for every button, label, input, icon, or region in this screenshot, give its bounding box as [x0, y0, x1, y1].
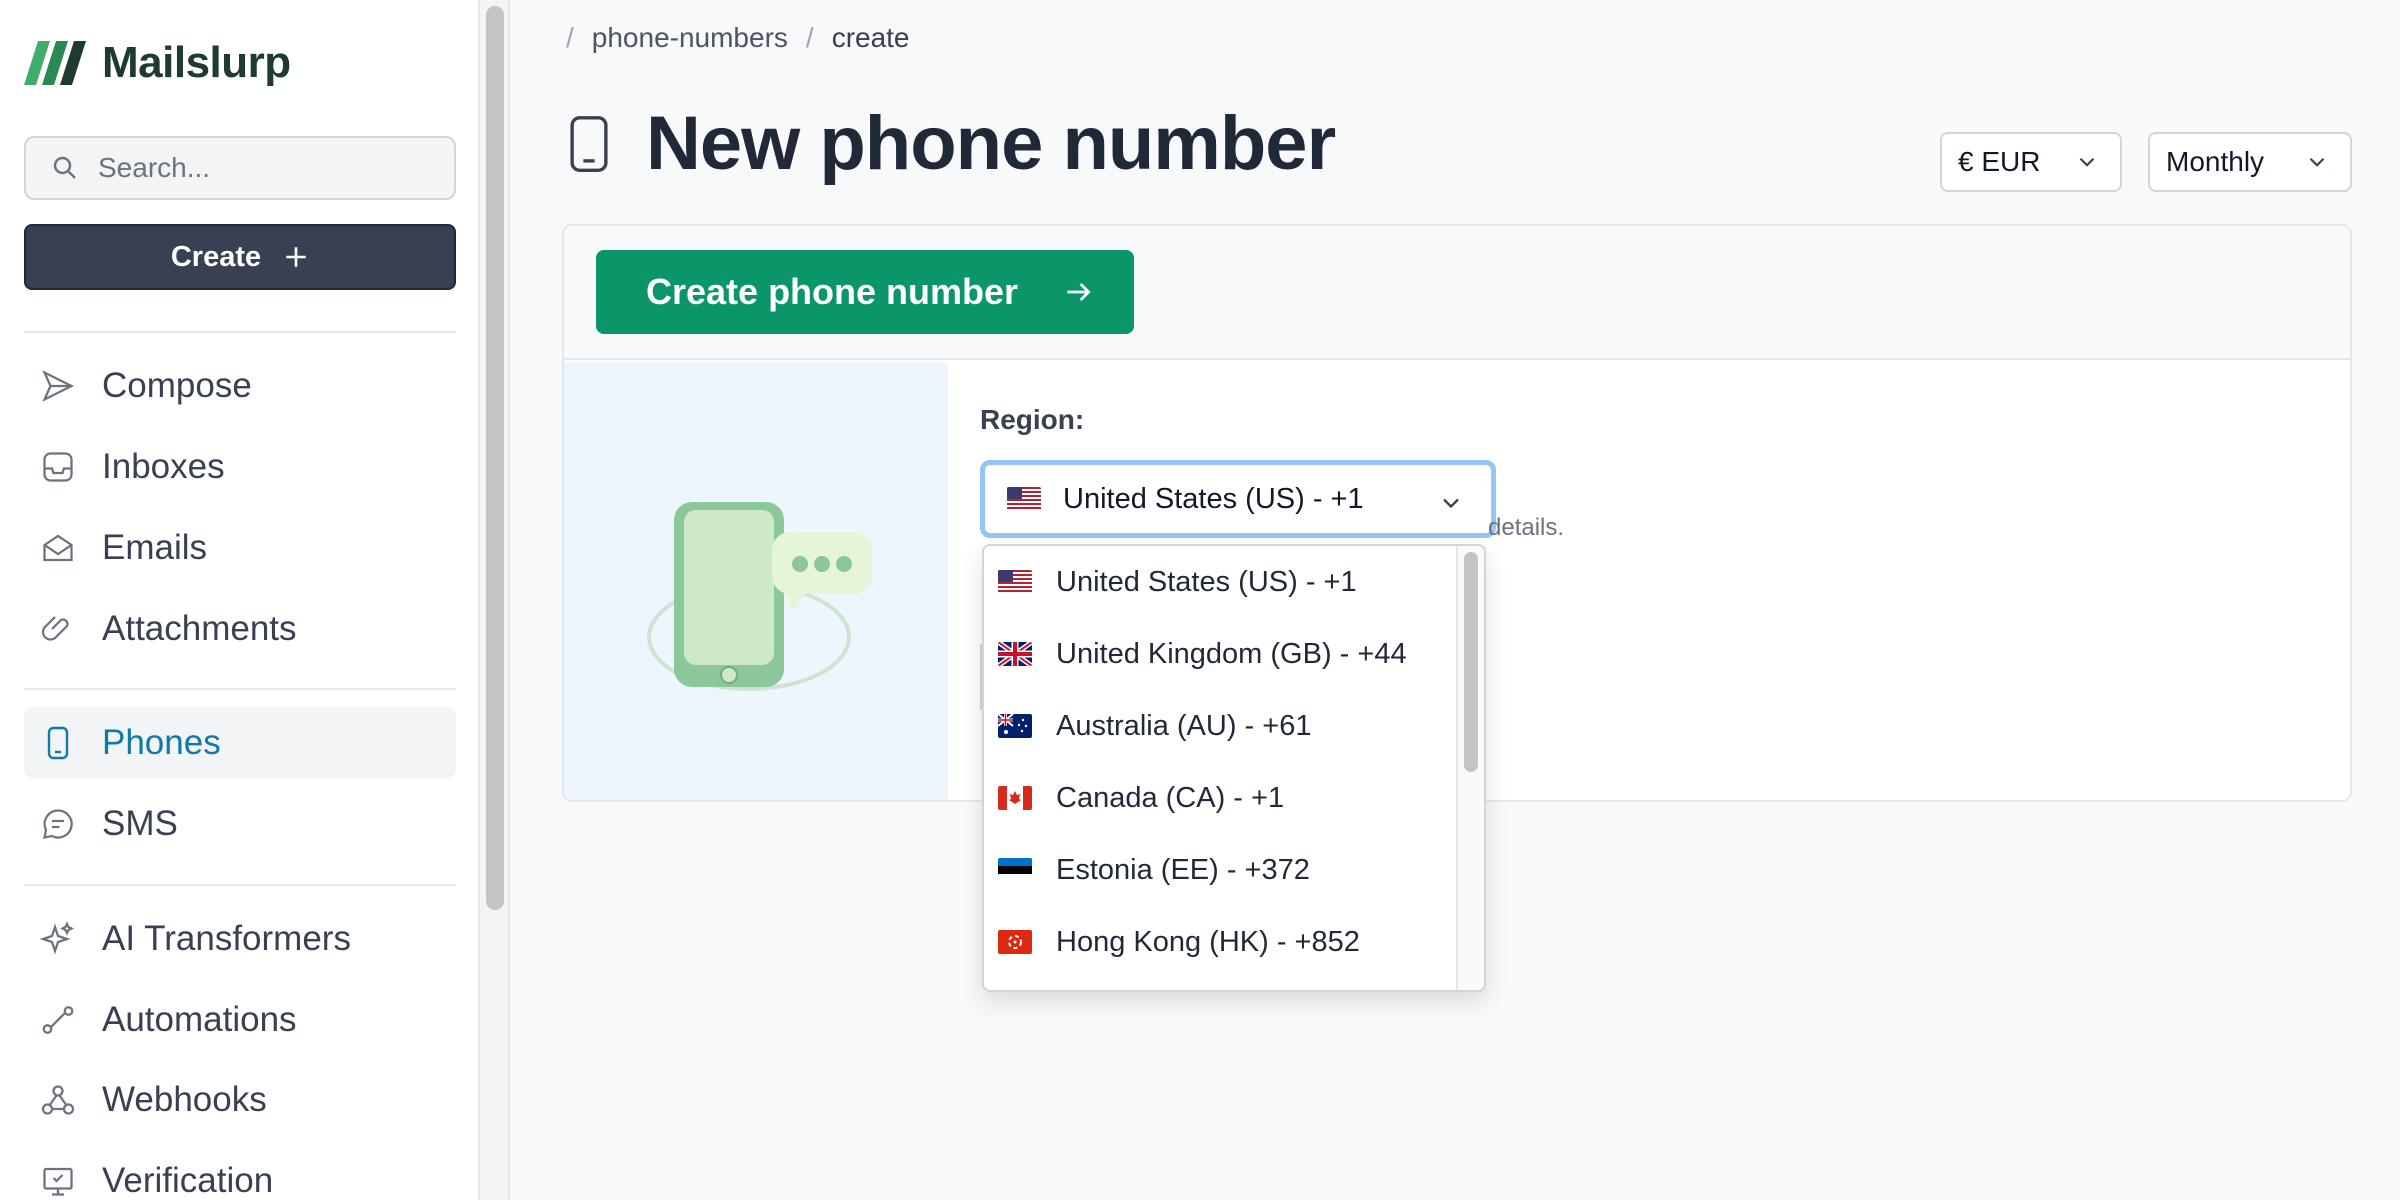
sidebar-item-automations[interactable]: Automations [24, 984, 456, 1056]
helper-text: details. [1488, 514, 1565, 541]
region-option-label: United Kingdom (GB) - +44 [1056, 637, 1407, 670]
inbox-icon [43, 452, 73, 482]
logo-text: Mailslurp [102, 38, 291, 87]
sidebar-item-label: Verification [102, 1161, 274, 1200]
us-flag-icon [1007, 487, 1041, 511]
region-option[interactable]: Estonia (EE) - +372 [984, 834, 1458, 906]
sidebar-item-phones[interactable]: Phones [24, 707, 456, 779]
region-option[interactable]: United Kingdom (GB) - +44 [984, 618, 1458, 690]
chevron-down-icon [2309, 157, 2325, 167]
period-select[interactable]: Monthly [2148, 132, 2352, 192]
au-flag-icon [998, 714, 1032, 738]
region-option-label: Canada (CA) - +1 [1056, 781, 1285, 814]
create-button-label: Create [170, 240, 262, 273]
chevron-down-icon [1443, 498, 1459, 509]
create-phone-number-label: Create phone number [646, 271, 1019, 312]
sidebar-item-label: Inboxes [102, 447, 225, 486]
paperclip-icon [41, 616, 69, 641]
period-select-value: Monthly [2166, 146, 2265, 177]
region-option-label: Australia (AU) - +61 [1056, 709, 1312, 742]
phone-illustration-panel [564, 362, 948, 800]
sidebar-item-label: Attachments [102, 609, 297, 648]
page-header: New phone number [566, 100, 1336, 187]
sidebar-item-ai-transformers[interactable]: AI Transformers [24, 903, 456, 975]
region-option-label: United States (US) - +1 [1056, 565, 1357, 598]
region-select[interactable]: United States (US) - +1 [980, 460, 1496, 538]
currency-select-value: € EUR [1958, 146, 2041, 177]
arrow-right-icon [1067, 283, 1091, 301]
sidebar-item-label: Emails [102, 528, 208, 567]
sidebar-item-label: Automations [102, 1000, 297, 1039]
create-button[interactable]: Create [24, 224, 456, 290]
webhook-icon [41, 1085, 75, 1115]
search-icon [53, 156, 76, 179]
ca-flag-icon [998, 786, 1032, 810]
mailslurp-logo-icon [24, 41, 86, 85]
breadcrumb-separator: / [805, 22, 814, 53]
envelope-icon [43, 534, 73, 562]
region-option[interactable]: United States (US) - +1 [984, 546, 1458, 618]
sidebar-item-inboxes[interactable]: Inboxes [24, 431, 456, 503]
dropdown-scrollbar-thumb[interactable] [1464, 552, 1478, 772]
search-box[interactable] [24, 136, 456, 200]
create-phone-number-button[interactable]: Create phone number [596, 250, 1134, 334]
card-header: Create phone number [564, 226, 2350, 360]
chevron-down-icon [2079, 157, 2095, 167]
sidebar-item-label: AI Transformers [102, 919, 351, 958]
sidebar-scrollbar-thumb[interactable] [486, 6, 504, 910]
sidebar-divider [24, 688, 456, 690]
chat-icon [43, 809, 73, 839]
search-input[interactable] [98, 152, 418, 184]
sidebar-item-attachments[interactable]: Attachments [24, 593, 456, 665]
phone-icon [570, 115, 608, 172]
region-option[interactable]: Canada (CA) - +1 [984, 762, 1458, 834]
plus-icon [286, 247, 306, 267]
sidebar-item-compose[interactable]: Compose [24, 350, 456, 422]
dropdown-scrollbar[interactable] [1456, 546, 1484, 990]
breadcrumb-separator: / [566, 22, 574, 53]
region-select-value: United States (US) - +1 [1063, 482, 1364, 515]
sidebar-divider [24, 884, 456, 886]
ee-flag-icon [998, 858, 1032, 882]
region-label: Region: [980, 404, 1085, 435]
region-option-label: Hong Kong (HK) - +852 [1056, 925, 1360, 958]
region-option-label: Estonia (EE) - +372 [1056, 853, 1310, 886]
currency-select[interactable]: € EUR [1940, 132, 2122, 192]
breadcrumb-phone-numbers[interactable]: phone-numbers [592, 22, 788, 54]
logo[interactable]: Mailslurp [24, 38, 291, 88]
breadcrumb-create: create [831, 22, 910, 53]
hk-flag-icon [998, 930, 1032, 954]
page-title: New phone number [646, 101, 1336, 186]
sidebar-item-label: Compose [102, 366, 252, 405]
monitor-check-icon [43, 1167, 73, 1196]
region-option[interactable]: Hong Kong (HK) - +852 [984, 906, 1458, 978]
sidebar-item-label: SMS [102, 804, 178, 843]
region-dropdown[interactable]: United States (US) - +1 United Kingdom (… [982, 544, 1486, 992]
breadcrumb: / phone-numbers / create [566, 22, 910, 54]
send-icon [42, 370, 75, 402]
region-option[interactable]: Australia (AU) - +61 [984, 690, 1458, 762]
sidebar-item-label: Phones [102, 723, 221, 762]
route-icon [42, 1006, 74, 1034]
sparkles-icon [40, 921, 75, 955]
sidebar-item-emails[interactable]: Emails [24, 512, 456, 584]
sidebar-item-verification[interactable]: Verification [24, 1145, 456, 1200]
sidebar: Mailslurp Create Compose Inboxes Emails … [0, 0, 480, 1200]
sidebar-item-webhooks[interactable]: Webhooks [24, 1064, 456, 1136]
gb-flag-icon [998, 642, 1032, 666]
sidebar-item-label: Webhooks [102, 1080, 267, 1119]
sidebar-item-sms[interactable]: SMS [24, 788, 456, 860]
phone-chat-illustration-icon [647, 502, 872, 691]
phone-icon [47, 726, 69, 760]
sidebar-divider [24, 331, 456, 333]
us-flag-icon [998, 570, 1032, 594]
